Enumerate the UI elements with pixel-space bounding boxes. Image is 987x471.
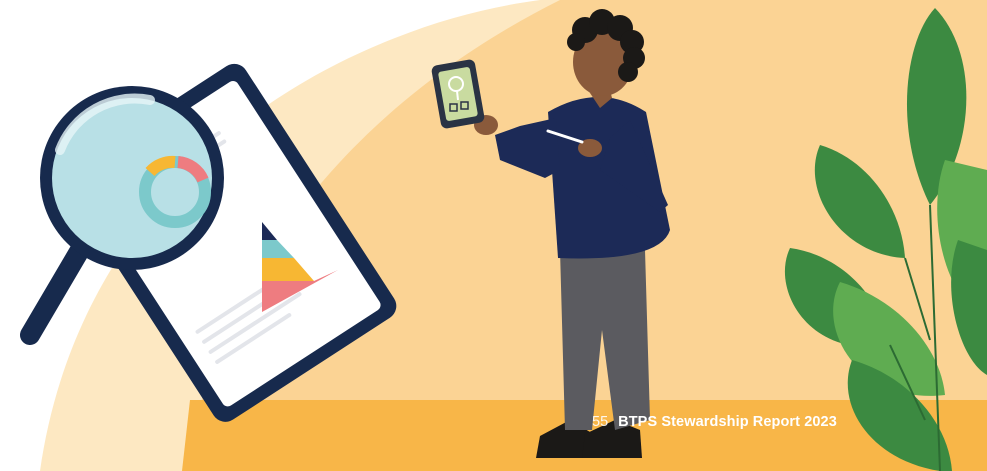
page: 55 BTPS Stewardship Report 2023 bbox=[0, 0, 987, 471]
report-title: BTPS Stewardship Report 2023 bbox=[618, 414, 837, 430]
page-footer: 55 BTPS Stewardship Report 2023 bbox=[592, 410, 837, 434]
page-number: 55 bbox=[592, 414, 609, 430]
illustration bbox=[0, 0, 987, 471]
